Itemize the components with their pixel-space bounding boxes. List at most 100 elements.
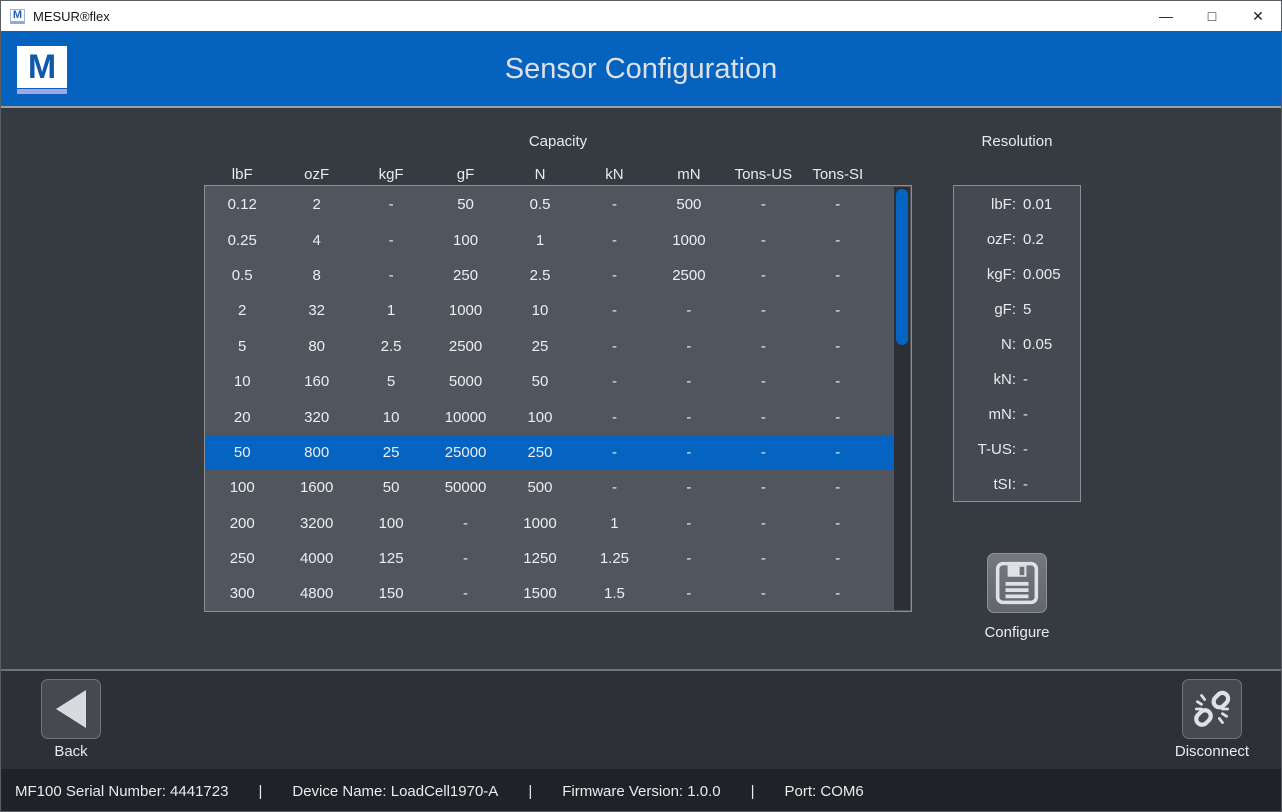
resolution-unit-label: lbF:: [954, 196, 1016, 213]
resolution-value: 0.01: [1023, 196, 1052, 213]
status-separator: |: [258, 783, 262, 800]
table-cell: 50: [205, 444, 279, 461]
resolution-value: -: [1023, 406, 1028, 423]
table-cell: 160: [279, 373, 353, 390]
resolution-unit-label: gF:: [954, 301, 1016, 318]
table-row[interactable]: 203201010000100----: [205, 399, 894, 434]
table-row[interactable]: 2504000125-12501.25---: [205, 541, 894, 576]
table-cell: 125: [354, 550, 428, 567]
table-row[interactable]: 101605500050----: [205, 364, 894, 399]
table-cell: -: [801, 585, 875, 602]
table-cell: -: [354, 196, 428, 213]
table-cell: 0.5: [503, 196, 577, 213]
table-cell: 0.5: [205, 267, 279, 284]
table-cell: -: [577, 196, 651, 213]
capacity-column-headers: lbFozFkgFgFNkNmNTons-USTons-SI: [205, 162, 894, 186]
table-cell: 50000: [428, 479, 502, 496]
table-cell: -: [801, 515, 875, 532]
resolution-unit-label: mN:: [954, 406, 1016, 423]
table-cell: -: [726, 585, 800, 602]
resolution-panel: lbF: 0.01 ozF: 0.2 kgF:0.005 gF: 5 N: 0.05 kN:- mN…: [953, 185, 1081, 502]
table-cell: -: [652, 444, 726, 461]
main-content: Capacity Resolution lbFozFkgFgFNkNmNTons…: [1, 110, 1281, 669]
table-scrollbar[interactable]: [894, 187, 910, 610]
table-cell: 25: [503, 338, 577, 355]
table-cell: 2: [205, 302, 279, 319]
table-cell: 5: [354, 373, 428, 390]
table-cell: 5: [205, 338, 279, 355]
table-cell: -: [726, 550, 800, 567]
table-cell: -: [652, 585, 726, 602]
table-cell: -: [726, 373, 800, 390]
table-row[interactable]: 5802.5250025----: [205, 329, 894, 364]
back-button[interactable]: [41, 679, 101, 739]
table-cell: 2500: [428, 338, 502, 355]
maximize-button[interactable]: □: [1189, 1, 1235, 31]
resolution-unit-label: ozF:: [954, 231, 1016, 248]
resolution-value: 5: [1023, 301, 1031, 318]
resolution-value: 0.2: [1023, 231, 1044, 248]
table-cell: 4000: [279, 550, 353, 567]
app-window: M MESUR®flex — □ ✕ Sensor Configuration …: [0, 0, 1282, 812]
table-cell: 100: [354, 515, 428, 532]
resolution-value: 0.05: [1023, 336, 1052, 353]
resolution-section-title: Resolution: [953, 133, 1081, 150]
table-cell: 100: [205, 479, 279, 496]
table-cell: -: [577, 232, 651, 249]
table-cell: 100: [428, 232, 502, 249]
table-cell: 500: [652, 196, 726, 213]
table-cell: -: [801, 444, 875, 461]
disconnect-button[interactable]: [1182, 679, 1242, 739]
table-cell: -: [801, 267, 875, 284]
table-cell: -: [726, 515, 800, 532]
table-row[interactable]: 2003200100-10001---: [205, 506, 894, 541]
table-row[interactable]: 10016005050000500----: [205, 470, 894, 505]
capacity-table[interactable]: 0.122-500.5-500--0.254-1001-1000--0.58-2…: [204, 185, 912, 612]
table-cell: -: [801, 409, 875, 426]
table-cell: 80: [279, 338, 353, 355]
column-header-kgF: kgF: [354, 166, 428, 183]
status-separator: |: [751, 783, 755, 800]
configure-button[interactable]: [987, 553, 1047, 613]
resolution-item: T-US:-: [954, 432, 1080, 467]
resolution-value: 0.005: [1023, 266, 1061, 283]
logo-m-letter: M: [28, 50, 56, 84]
table-cell: 2.5: [503, 267, 577, 284]
capacity-section-title: Capacity: [204, 133, 912, 150]
table-row[interactable]: 0.58-2502.5-2500--: [205, 258, 894, 293]
status-item: Port: COM6: [785, 783, 864, 800]
column-header-kN: kN: [577, 166, 651, 183]
table-row[interactable]: 2321100010----: [205, 293, 894, 328]
table-row[interactable]: 3004800150-15001.5---: [205, 576, 894, 611]
resolution-item: ozF: 0.2: [954, 222, 1080, 257]
table-cell: -: [652, 409, 726, 426]
table-cell: 25000: [428, 444, 502, 461]
table-cell: -: [577, 338, 651, 355]
broken-link-icon: [1189, 686, 1235, 732]
resolution-unit-label: N:: [954, 336, 1016, 353]
scrollbar-thumb[interactable]: [896, 189, 908, 345]
resolution-value: -: [1023, 371, 1028, 388]
table-cell: 100: [503, 409, 577, 426]
table-cell: -: [726, 302, 800, 319]
table-cell: 1.5: [577, 585, 651, 602]
table-cell: 1: [503, 232, 577, 249]
capacity-table-body: 0.122-500.5-500--0.254-1001-1000--0.58-2…: [205, 187, 894, 612]
table-cell: 20: [205, 409, 279, 426]
resolution-item: kN:-: [954, 362, 1080, 397]
table-cell: 300: [205, 585, 279, 602]
table-row-selected[interactable]: 508002525000250----: [205, 435, 894, 470]
table-cell: -: [577, 409, 651, 426]
table-cell: 250: [428, 267, 502, 284]
table-cell: -: [801, 196, 875, 213]
table-cell: 2500: [652, 267, 726, 284]
resolution-item: kgF:0.005: [954, 257, 1080, 292]
save-icon: [994, 560, 1040, 606]
column-header-Tons-SI: Tons-SI: [801, 166, 875, 183]
table-row[interactable]: 0.254-1001-1000--: [205, 222, 894, 257]
minimize-button[interactable]: —: [1143, 1, 1189, 31]
table-cell: -: [726, 338, 800, 355]
table-cell: -: [652, 338, 726, 355]
close-button[interactable]: ✕: [1235, 1, 1281, 31]
table-row[interactable]: 0.122-500.5-500--: [205, 187, 894, 222]
